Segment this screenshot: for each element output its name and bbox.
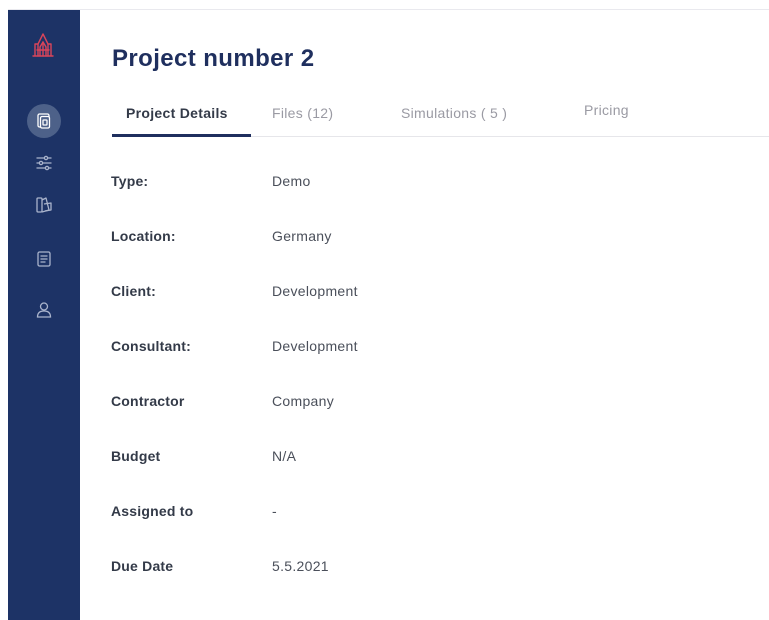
detail-label: Location: <box>111 228 176 244</box>
detail-row-due-date: Due Date 5.5.2021 <box>111 558 511 582</box>
detail-value: Germany <box>272 228 332 244</box>
materials-icon <box>36 197 52 213</box>
detail-label: Consultant: <box>111 338 191 354</box>
detail-value: - <box>272 503 277 519</box>
sidebar-item-documents[interactable] <box>27 242 61 276</box>
main-panel: Project number 2 Project Details Files (… <box>80 10 769 620</box>
detail-row-contractor: Contractor Company <box>111 393 511 417</box>
detail-value: Development <box>272 283 358 299</box>
detail-row-consultant: Consultant: Development <box>111 338 511 362</box>
detail-value: Development <box>272 338 358 354</box>
active-tab-indicator <box>112 134 251 137</box>
detail-value: 5.5.2021 <box>272 558 329 574</box>
tab-pricing[interactable]: Pricing <box>584 102 629 118</box>
detail-label: Due Date <box>111 558 174 574</box>
sidebar-item-projects[interactable] <box>27 104 61 138</box>
tab-project-details[interactable]: Project Details <box>126 105 228 121</box>
tab-bar: Project Details Files (12) Simulations (… <box>112 100 769 137</box>
detail-value: N/A <box>272 448 297 464</box>
detail-label: Type: <box>111 173 149 189</box>
tab-files[interactable]: Files (12) <box>272 105 333 121</box>
detail-row-assigned-to: Assigned to - <box>111 503 511 527</box>
detail-label: Assigned to <box>111 503 194 519</box>
sidebar-item-filters[interactable] <box>27 146 61 180</box>
window-left-edge <box>0 0 8 620</box>
detail-row-location: Location: Germany <box>111 228 511 252</box>
page-title: Project number 2 <box>112 45 315 72</box>
detail-label: Client: <box>111 283 156 299</box>
user-icon <box>36 302 52 318</box>
detail-value: Demo <box>272 173 311 189</box>
detail-row-client: Client: Development <box>111 283 511 307</box>
detail-label: Budget <box>111 448 161 464</box>
sidebar <box>8 10 80 620</box>
filters-icon <box>36 155 52 171</box>
sidebar-item-materials[interactable] <box>27 188 61 222</box>
detail-row-budget: Budget N/A <box>111 448 511 472</box>
window-top-edge <box>0 0 769 10</box>
tab-simulations[interactable]: Simulations ( 5 ) <box>401 105 507 121</box>
logo-icon[interactable] <box>31 32 55 58</box>
detail-row-type: Type: Demo <box>111 173 511 197</box>
detail-value: Company <box>272 393 335 409</box>
projects-icon <box>37 113 51 129</box>
sidebar-item-user[interactable] <box>27 293 61 327</box>
documents-icon <box>37 251 51 267</box>
detail-label: Contractor <box>111 393 185 409</box>
